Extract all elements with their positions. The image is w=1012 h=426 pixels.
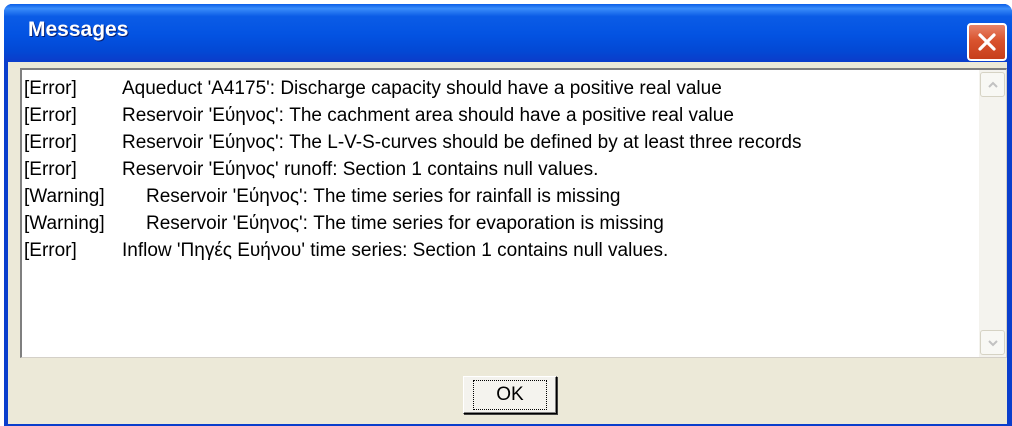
message-row[interactable]: [Warning] Reservoir 'Εύηνος': The time s… xyxy=(24,213,984,240)
message-text: Reservoir 'Εύηνος' runoff: Section 1 con… xyxy=(122,159,599,180)
message-text: Reservoir 'Εύηνος': The cachment area sh… xyxy=(122,105,734,126)
message-level: [Warning] xyxy=(24,213,105,234)
message-level: [Error] xyxy=(24,105,77,126)
message-row[interactable]: [Error] Reservoir 'Εύηνος': The cachment… xyxy=(24,105,984,132)
message-row[interactable]: [Warning] Reservoir 'Εύηνος': The time s… xyxy=(24,186,984,213)
message-text: Aqueduct 'A4175': Discharge capacity sho… xyxy=(122,78,722,99)
close-icon xyxy=(978,33,996,51)
message-row[interactable]: [Error] Inflow 'Πηγές Ευήνου' time serie… xyxy=(24,240,984,267)
ok-button-label: OK xyxy=(473,380,547,410)
message-row[interactable]: [Error] Reservoir 'Εύηνος' runoff: Secti… xyxy=(24,159,984,186)
vertical-scrollbar[interactable] xyxy=(979,70,1006,357)
message-text: Reservoir 'Εύηνος': The time series for … xyxy=(146,186,621,207)
scroll-down-arrow-icon xyxy=(987,339,998,346)
window-title: Messages xyxy=(28,18,129,41)
message-text: Inflow 'Πηγές Ευήνου' time series: Secti… xyxy=(122,240,669,261)
ok-button[interactable]: OK xyxy=(463,376,557,414)
messages-window: Messages [Error] Aqueduct 'A4175': Disch… xyxy=(4,4,1012,426)
message-level: [Error] xyxy=(24,159,77,180)
close-button[interactable] xyxy=(967,23,1007,61)
message-list[interactable]: [Error] Aqueduct 'A4175': Discharge capa… xyxy=(20,68,1007,358)
scroll-up-arrow-icon xyxy=(987,81,998,88)
message-level: [Error] xyxy=(24,132,77,153)
message-text: Reservoir 'Εύηνος': The time series for … xyxy=(146,213,664,234)
message-text: Reservoir 'Εύηνος': The L-V-S-curves sho… xyxy=(122,132,802,153)
scroll-down-button[interactable] xyxy=(980,330,1005,355)
message-level: [Warning] xyxy=(24,186,105,207)
message-list-content: [Error] Aqueduct 'A4175': Discharge capa… xyxy=(24,78,984,267)
message-row[interactable]: [Error] Aqueduct 'A4175': Discharge capa… xyxy=(24,78,984,105)
dialog-body: [Error] Aqueduct 'A4175': Discharge capa… xyxy=(8,62,1007,424)
message-row[interactable]: [Error] Reservoir 'Εύηνος': The L-V-S-cu… xyxy=(24,132,984,159)
message-level: [Error] xyxy=(24,240,77,261)
message-level: [Error] xyxy=(24,78,77,99)
scroll-up-button[interactable] xyxy=(980,72,1005,97)
title-bar[interactable]: Messages xyxy=(4,4,1012,60)
